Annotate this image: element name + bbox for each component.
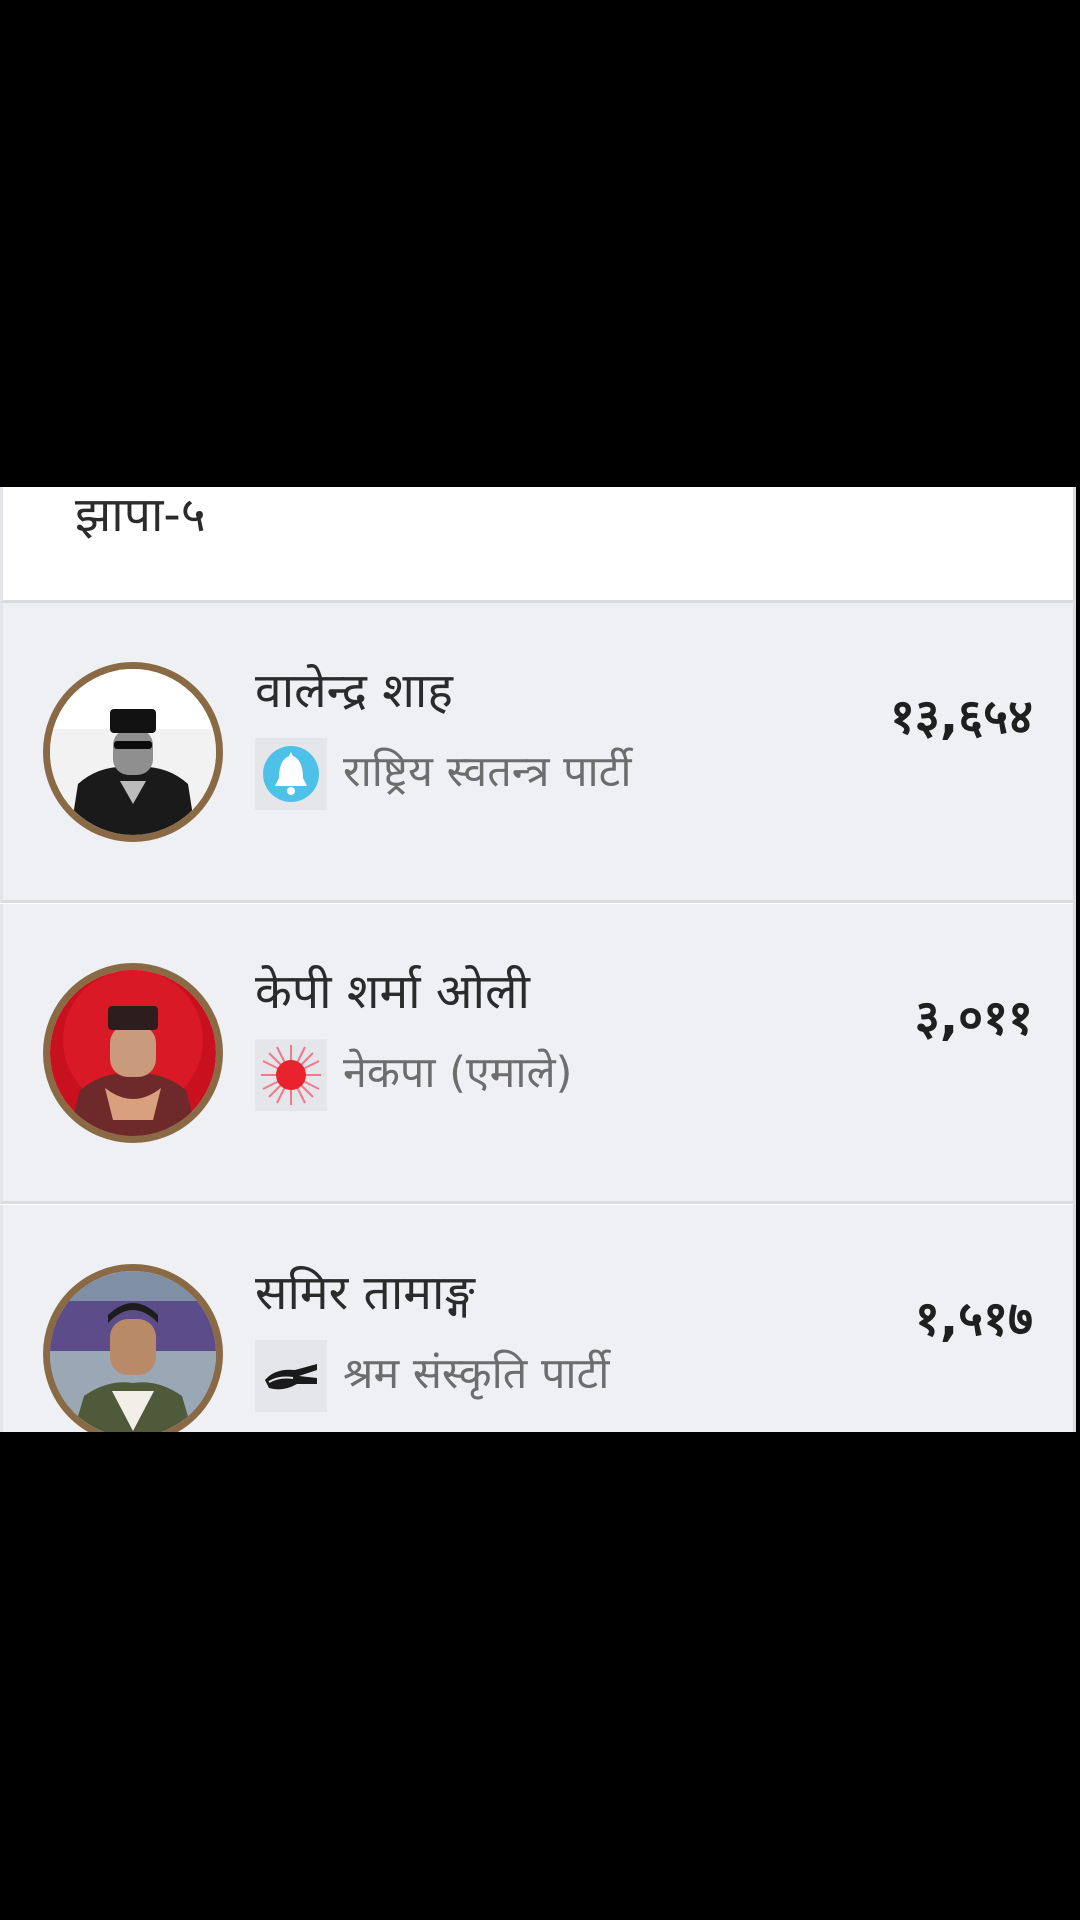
candidate-row[interactable]: समिर तामाङ्ग श्रम संस्कृति पार्टी १,५१७ (0, 1205, 1073, 1432)
constituency-header: झापा-५ (0, 487, 1073, 603)
bell-icon (255, 738, 327, 810)
candidate-avatar (43, 963, 223, 1143)
candidate-avatar (43, 1264, 223, 1432)
candidate-row[interactable]: केपी शर्मा ओली नेकपा (एमाले) ३,०११ (0, 904, 1073, 1204)
vote-count: १,५१७ (914, 1291, 1033, 1347)
party-name: श्रम संस्कृति पार्टी (343, 1349, 610, 1399)
vote-count: १३,६५४ (889, 689, 1033, 745)
sun-icon (255, 1039, 327, 1111)
results-card: झापा-५ वालेन्द्र शाह राष्ट्रिय स्वतन्त्र… (0, 487, 1076, 1432)
top-black-band (0, 0, 1080, 487)
vote-count: ३,०११ (914, 990, 1033, 1046)
hands-icon (255, 1340, 327, 1412)
party-name: नेकपा (एमाले) (343, 1048, 573, 1098)
candidate-name: समिर तामाङ्ग (255, 1265, 475, 1321)
candidate-name: केपी शर्मा ओली (255, 964, 530, 1020)
candidate-row[interactable]: वालेन्द्र शाह राष्ट्रिय स्वतन्त्र पार्टी… (0, 603, 1073, 903)
bottom-black-band (0, 1432, 1080, 1920)
candidate-avatar (43, 662, 223, 842)
candidate-name: वालेन्द्र शाह (255, 663, 453, 719)
constituency-title: झापा-५ (75, 487, 206, 543)
party-name: राष्ट्रिय स्वतन्त्र पार्टी (343, 747, 632, 797)
